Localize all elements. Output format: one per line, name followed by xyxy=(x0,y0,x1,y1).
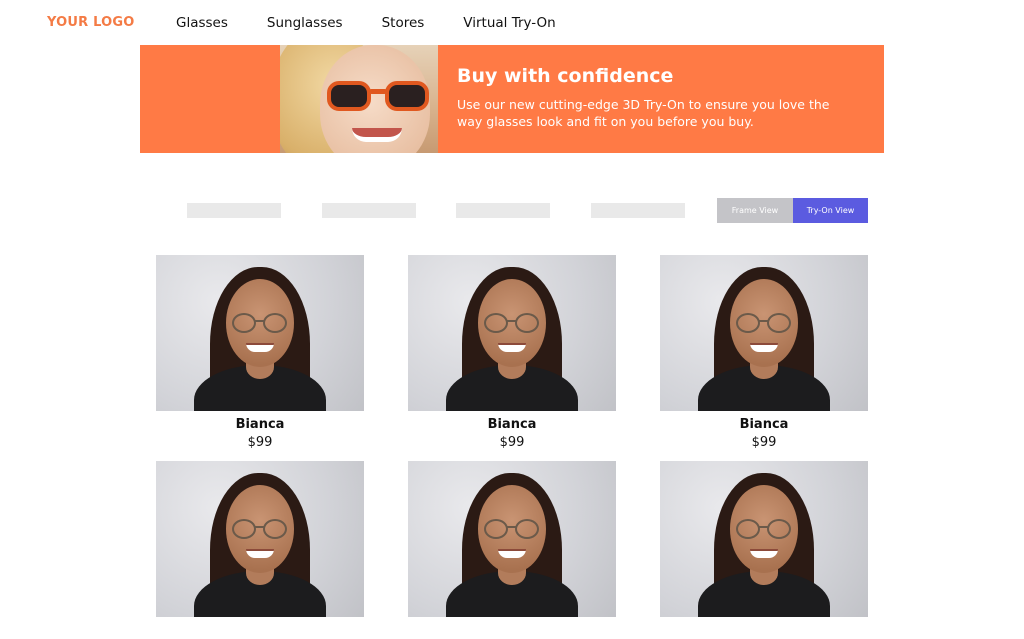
filter-placeholder-4[interactable] xyxy=(591,203,685,218)
product-card[interactable] xyxy=(408,461,616,617)
filter-placeholder-3[interactable] xyxy=(456,203,550,218)
banner-title: Buy with confidence xyxy=(457,65,674,87)
product-name: Bianca xyxy=(235,417,285,432)
product-price: $99 xyxy=(247,435,273,450)
product-price: $99 xyxy=(499,435,525,450)
product-photo xyxy=(156,255,364,411)
product-card[interactable] xyxy=(660,461,868,617)
product-card[interactable] xyxy=(156,461,364,617)
product-photo xyxy=(156,461,364,617)
banner-model-photo xyxy=(280,45,438,153)
frame-view-button[interactable]: Frame View xyxy=(717,198,793,223)
promo-banner: Buy with confidence Use our new cutting-… xyxy=(140,45,884,153)
product-name: Bianca xyxy=(739,417,789,432)
nav-sunglasses[interactable]: Sunglasses xyxy=(267,15,343,31)
main-nav: Glasses Sunglasses Stores Virtual Try-On xyxy=(176,15,595,31)
product-card[interactable]: Bianca $99 xyxy=(660,255,868,450)
product-photo xyxy=(660,255,868,411)
logo[interactable]: YOUR LOGO xyxy=(47,15,135,30)
product-photo xyxy=(408,461,616,617)
nav-glasses[interactable]: Glasses xyxy=(176,15,228,31)
product-photo xyxy=(408,255,616,411)
filter-placeholder-2[interactable] xyxy=(322,203,416,218)
nav-stores[interactable]: Stores xyxy=(382,15,425,31)
try-on-view-button[interactable]: Try-On View xyxy=(793,198,868,223)
banner-text: Use our new cutting-edge 3D Try-On to en… xyxy=(457,97,830,129)
nav-virtual-try-on[interactable]: Virtual Try-On xyxy=(463,15,555,31)
product-photo xyxy=(660,461,868,617)
product-price: $99 xyxy=(751,435,777,450)
filter-placeholder-1[interactable] xyxy=(187,203,281,218)
product-name: Bianca xyxy=(487,417,537,432)
product-card[interactable]: Bianca $99 xyxy=(156,255,364,450)
product-card[interactable]: Bianca $99 xyxy=(408,255,616,450)
